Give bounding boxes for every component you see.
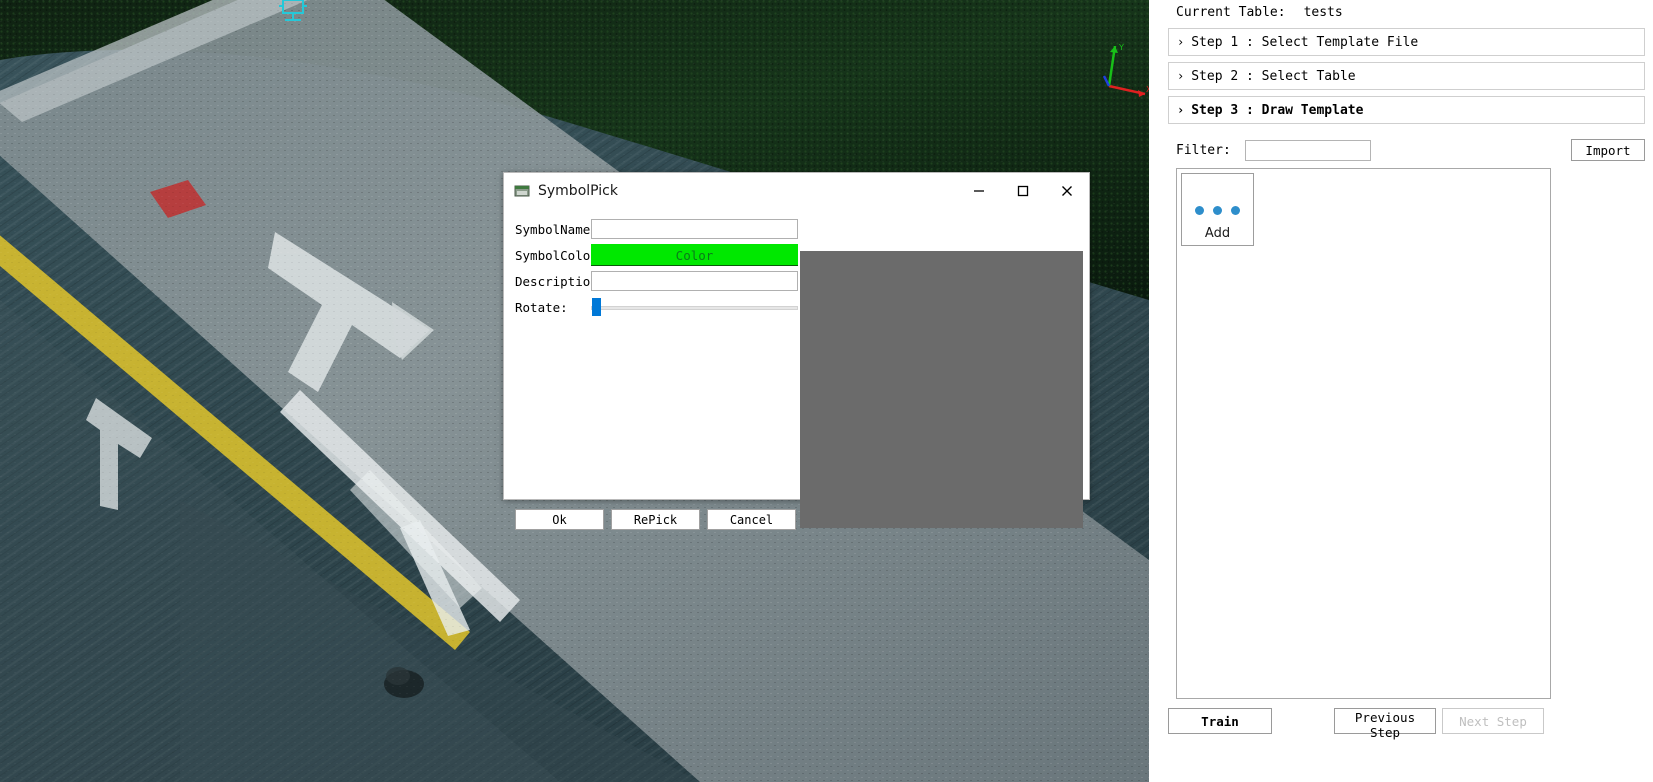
- current-table-value: tests: [1303, 4, 1343, 20]
- svg-text:Y: Y: [1118, 43, 1124, 52]
- symbolcolor-label: SymbolColor:: [515, 247, 606, 263]
- description-row: Description:: [515, 268, 800, 294]
- chevron-right-icon: ›: [1177, 103, 1185, 117]
- description-input[interactable]: [591, 271, 798, 291]
- step-1-label: Step 1 : Select Template File: [1191, 34, 1419, 50]
- add-symbol-tile[interactable]: Add: [1181, 173, 1254, 246]
- chevron-right-icon: ›: [1177, 35, 1185, 49]
- symbolname-input[interactable]: [591, 219, 798, 239]
- symbolname-row: SymbolName:: [515, 216, 800, 242]
- dialog-body: SymbolName: SymbolColor: Color Descripti…: [504, 208, 1089, 530]
- right-side-panel: Current Table: tests › Step 1 : Select T…: [1160, 0, 1653, 782]
- step-3-draw-template[interactable]: › Step 3 : Draw Template: [1168, 96, 1645, 124]
- camera-marker-icon: [279, 0, 307, 21]
- filter-label: Filter:: [1176, 142, 1231, 158]
- step-2-select-table[interactable]: › Step 2 : Select Table: [1168, 62, 1645, 90]
- panel-divider: [1149, 0, 1160, 782]
- wizard-bottom-buttons: Train Previous Step Next Step: [1168, 708, 1545, 740]
- minimize-icon[interactable]: [957, 173, 1001, 208]
- ok-button[interactable]: Ok: [515, 509, 604, 530]
- rotate-slider[interactable]: [591, 297, 798, 317]
- chevron-right-icon: ›: [1177, 69, 1185, 83]
- step-3-label: Step 3 : Draw Template: [1191, 102, 1364, 118]
- close-icon[interactable]: [1045, 173, 1089, 208]
- symbol-preview-pane[interactable]: [800, 251, 1083, 528]
- repick-button[interactable]: RePick: [611, 509, 700, 530]
- rotate-label: Rotate:: [515, 299, 568, 315]
- symbolpick-dialog[interactable]: SymbolPick SymbolName: SymbolColor: Colo…: [503, 172, 1090, 530]
- symbol-list-container[interactable]: Add: [1176, 168, 1551, 699]
- step-2-label: Step 2 : Select Table: [1191, 68, 1356, 84]
- description-label: Description:: [515, 273, 606, 289]
- application-window: Y X Current Table: tests › Step 1 : Sele…: [0, 0, 1653, 782]
- train-button[interactable]: Train: [1168, 708, 1272, 734]
- dialog-form-area: SymbolName: SymbolColor: Color Descripti…: [504, 208, 800, 500]
- current-table-label: Current Table:: [1176, 4, 1286, 20]
- symbol-color-button[interactable]: Color: [591, 244, 798, 266]
- symbolname-label: SymbolName:: [515, 221, 598, 237]
- current-table-row: Current Table: tests: [1168, 2, 1645, 22]
- rotate-slider-handle[interactable]: [592, 298, 601, 316]
- symbolcolor-row: SymbolColor: Color: [515, 242, 800, 268]
- rotate-row: Rotate:: [515, 294, 800, 320]
- step-1-select-template-file[interactable]: › Step 1 : Select Template File: [1168, 28, 1645, 56]
- cancel-button[interactable]: Cancel: [707, 509, 796, 530]
- maximize-icon[interactable]: [1001, 173, 1045, 208]
- window-controls: [957, 173, 1089, 208]
- next-step-button: Next Step: [1442, 708, 1544, 734]
- app-window-icon: [514, 183, 530, 199]
- import-button[interactable]: Import: [1571, 139, 1645, 161]
- axis-gizmo-icon: Y X: [1102, 43, 1149, 97]
- filter-input[interactable]: [1244, 139, 1371, 161]
- three-dots-icon: [1195, 206, 1240, 215]
- dialog-button-row: Ok RePick Cancel: [515, 509, 796, 530]
- add-tile-label: Add: [1204, 226, 1231, 241]
- dialog-titlebar[interactable]: SymbolPick: [504, 173, 1089, 208]
- rotate-slider-track[interactable]: [591, 306, 798, 310]
- filter-row: Filter: Import: [1168, 139, 1645, 161]
- dialog-title: SymbolPick: [538, 182, 618, 199]
- previous-step-button[interactable]: Previous Step: [1334, 708, 1436, 740]
